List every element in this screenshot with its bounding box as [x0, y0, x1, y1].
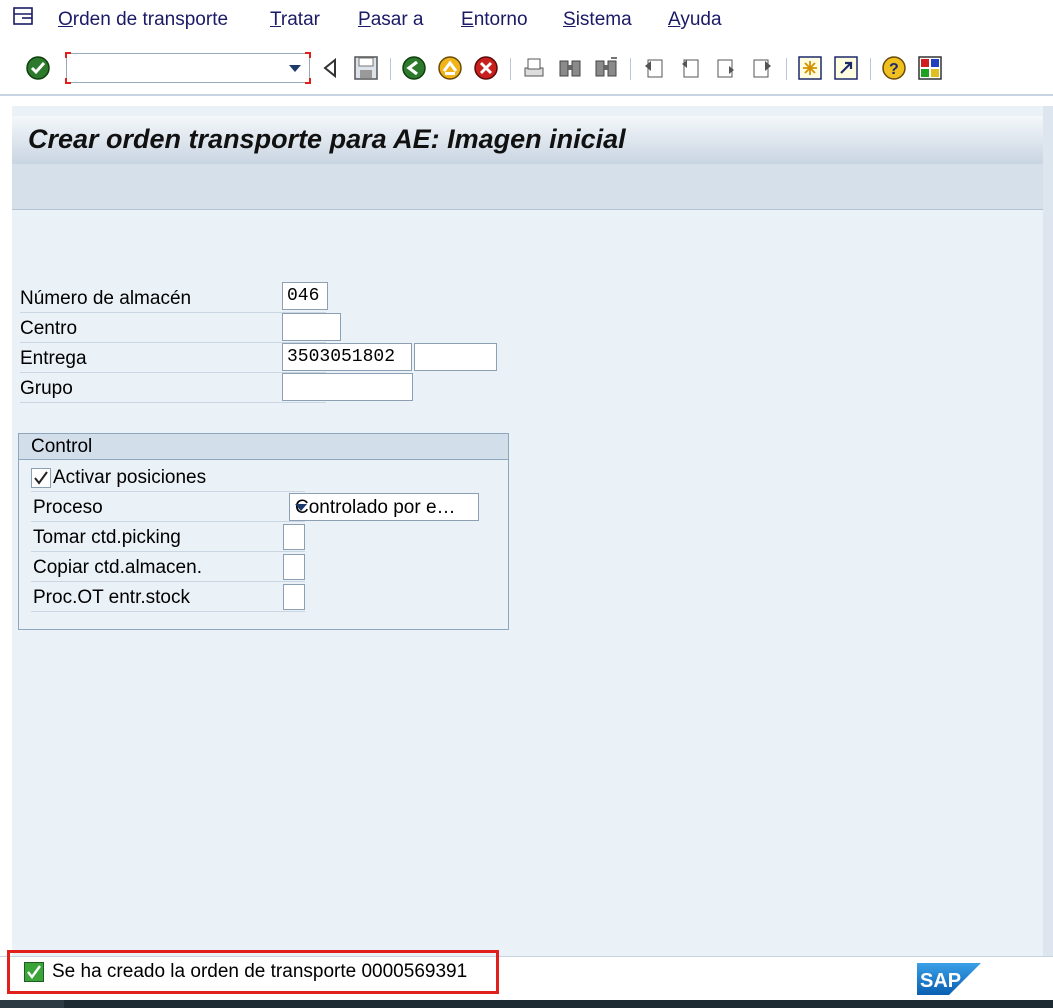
row-grupo: Grupo — [20, 374, 326, 403]
proceso-label: Proceso — [33, 497, 103, 518]
row-centro: Centro — [20, 314, 326, 343]
menu-accel: T — [270, 9, 281, 30]
row-copiar-ctd-almacen: Copiar ctd.almacen. — [31, 553, 305, 582]
entrega-field-2[interactable] — [414, 343, 497, 371]
proc-ot-entr-stock-checkbox[interactable] — [283, 584, 305, 610]
right-edge — [1043, 106, 1053, 956]
help-icon[interactable]: ? — [880, 54, 908, 82]
menu-ayuda[interactable]: Ayuda — [668, 9, 722, 31]
row-numero-almacen: Número de almacén — [20, 284, 326, 313]
standard-toolbar: ? — [0, 44, 1053, 96]
chevron-down-icon[interactable] — [289, 65, 301, 72]
menu-bar: Orden de transporte Tratar Pasar a Entor… — [0, 0, 1053, 44]
menu-accel: S — [563, 9, 576, 30]
proc-ot-entr-stock-label: Proc.OT entr.stock — [33, 587, 190, 608]
svg-text:SAP: SAP — [920, 970, 961, 992]
title-bar: Crear orden transporte para AE: Imagen i… — [12, 116, 1053, 164]
row-proc-ot-entr-stock: Proc.OT entr.stock — [31, 583, 305, 612]
entrega-label: Entrega — [20, 348, 87, 369]
menu-accel: P — [358, 9, 371, 30]
menu-label: asar a — [370, 9, 424, 30]
proceso-value: Controlado por e… — [295, 497, 456, 518]
proceso-select[interactable]: Controlado por e… — [289, 493, 479, 521]
sap-logo: SAP — [917, 963, 981, 995]
back-arrow-icon[interactable] — [316, 54, 344, 82]
main-screen: Crear orden transporte para AE: Imagen i… — [12, 106, 1053, 956]
menu-label: rden de transporte — [72, 9, 229, 30]
chevron-down-icon[interactable] — [295, 504, 307, 511]
previous-page-icon[interactable] — [676, 54, 704, 82]
copiar-ctd-almacen-checkbox[interactable] — [283, 554, 305, 580]
status-message-highlight[interactable]: Se ha creado la orden de transporte 0000… — [7, 950, 499, 994]
next-page-icon[interactable] — [712, 54, 740, 82]
menu-entorno[interactable]: Entorno — [461, 9, 528, 31]
page-title: Crear orden transporte para AE: Imagen i… — [28, 124, 626, 154]
numero-almacen-label: Número de almacén — [20, 288, 192, 309]
row-tomar-ctd-picking: Tomar ctd.picking — [31, 523, 305, 552]
create-session-icon[interactable] — [796, 54, 824, 82]
find-next-icon[interactable] — [592, 54, 620, 82]
success-icon — [24, 962, 44, 982]
control-groupbox-title: Control — [19, 434, 508, 460]
exit-icon[interactable] — [436, 54, 464, 82]
menu-label: ratar — [280, 9, 320, 30]
activar-posiciones-label: Activar posiciones — [53, 467, 207, 488]
menu-pasar-a[interactable]: Pasar a — [358, 9, 424, 31]
cancel-icon[interactable] — [472, 54, 500, 82]
menu-orden-de-transporte[interactable]: Orden de transporte — [58, 9, 228, 31]
menu-tratar[interactable]: Tratar — [270, 9, 320, 31]
copiar-ctd-almacen-label: Copiar ctd.almacen. — [33, 557, 202, 578]
back-green-icon[interactable] — [400, 54, 428, 82]
svg-text:?: ? — [889, 61, 899, 78]
menu-label: istema — [575, 9, 632, 30]
save-icon[interactable] — [352, 54, 380, 82]
row-activar-posiciones: Activar posiciones — [31, 463, 305, 492]
left-edge — [0, 96, 12, 956]
command-input[interactable] — [71, 57, 271, 79]
system-menu-icon[interactable] — [12, 6, 36, 28]
shortcut-icon[interactable] — [832, 54, 860, 82]
print-icon[interactable] — [520, 54, 548, 82]
menu-label: yuda — [680, 9, 722, 30]
row-proceso: Proceso — [31, 493, 305, 522]
control-groupbox: Control Activar posiciones Proceso Contr… — [18, 433, 509, 630]
enter-icon[interactable] — [24, 54, 52, 82]
activar-posiciones-checkbox[interactable] — [31, 468, 51, 488]
status-bar: Se ha creado la orden de transporte 0000… — [0, 950, 1053, 1000]
menu-accel: O — [58, 9, 73, 30]
application-toolbar — [12, 164, 1053, 210]
numero-almacen-field[interactable]: 046 — [282, 282, 328, 310]
status-message: Se ha creado la orden de transporte 0000… — [52, 961, 468, 982]
grupo-label: Grupo — [20, 378, 73, 399]
centro-field[interactable] — [282, 313, 341, 341]
last-page-icon[interactable] — [748, 54, 776, 82]
command-field[interactable] — [65, 52, 311, 84]
tomar-ctd-picking-checkbox[interactable] — [283, 524, 305, 550]
bottom-strip — [0, 1000, 1053, 1008]
entrega-field[interactable]: 3503051802 — [282, 343, 412, 371]
centro-label: Centro — [20, 318, 78, 339]
menu-sistema[interactable]: Sistema — [563, 9, 632, 31]
checkmark-icon — [34, 471, 48, 485]
tomar-ctd-picking-label: Tomar ctd.picking — [33, 527, 181, 548]
first-page-icon[interactable] — [640, 54, 668, 82]
menu-accel: E — [461, 9, 474, 30]
menu-accel: A — [668, 9, 681, 30]
layout-icon[interactable] — [916, 54, 944, 82]
control-title: Control — [31, 436, 93, 457]
row-entrega: Entrega — [20, 344, 326, 373]
find-icon[interactable] — [556, 54, 584, 82]
menu-label: ntorno — [473, 9, 528, 30]
grupo-field[interactable] — [282, 373, 413, 401]
bottom-strip-segment — [64, 1000, 1053, 1008]
